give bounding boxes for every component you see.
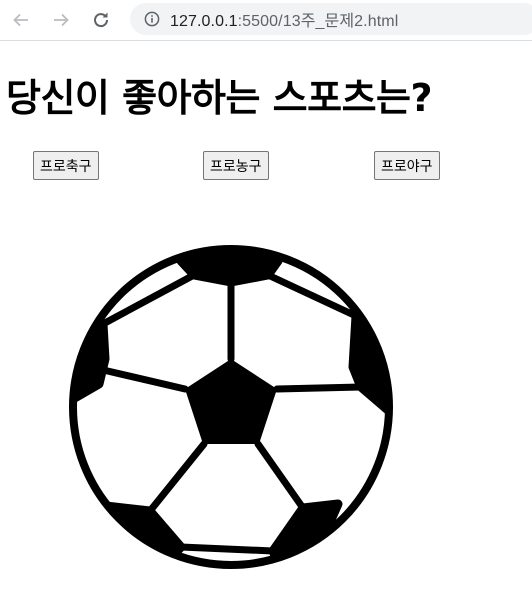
reload-button[interactable]	[88, 7, 114, 33]
address-bar[interactable]: 127.0.0.1:5500/13주_문제2.html	[130, 3, 532, 35]
url-host: 127.0.0.1	[170, 13, 238, 30]
reload-icon	[94, 12, 109, 28]
soccer-button[interactable]: 프로축구	[33, 151, 99, 180]
forward-button[interactable]	[48, 7, 74, 33]
info-icon[interactable]	[144, 11, 160, 27]
url-path: :5500/13주_문제2.html	[237, 13, 399, 30]
arrow-right-icon	[54, 13, 69, 27]
basketball-button[interactable]: 프로농구	[203, 151, 269, 180]
arrow-left-icon	[13, 13, 28, 27]
page-title: 당신이 좋아하는 스포츠는?	[6, 76, 433, 120]
browser-toolbar: 127.0.0.1:5500/13주_문제2.html	[0, 0, 532, 41]
baseball-button[interactable]: 프로야구	[374, 151, 440, 180]
url-text: 127.0.0.1:5500/13주_문제2.html	[170, 7, 398, 31]
back-button[interactable]	[8, 7, 34, 33]
soccer-ball-icon	[69, 245, 393, 569]
